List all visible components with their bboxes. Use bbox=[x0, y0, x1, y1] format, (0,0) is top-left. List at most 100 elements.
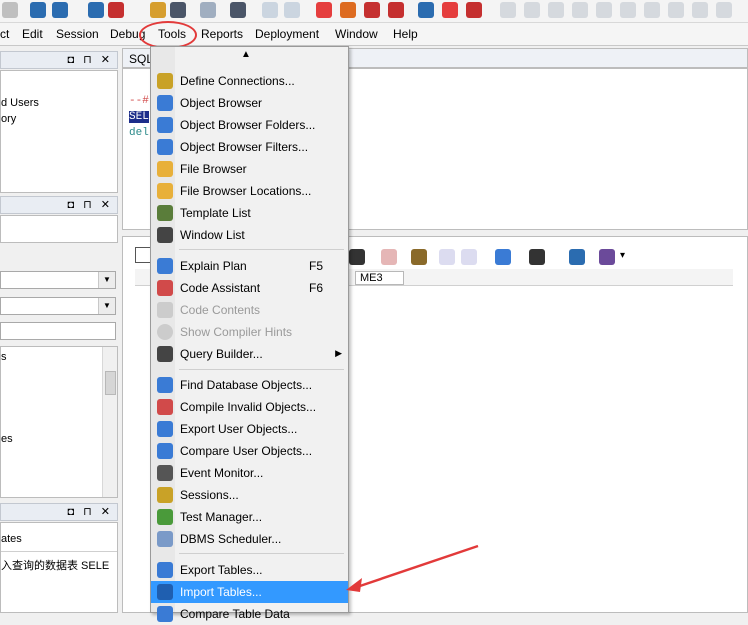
toolbar-icon[interactable] bbox=[2, 2, 18, 18]
panel-header-1: ◘ ⊓ ✕ bbox=[0, 51, 118, 69]
arrow-right-icon[interactable] bbox=[418, 2, 434, 18]
filter-input[interactable] bbox=[0, 322, 116, 340]
menu-item-compare-user-objects[interactable]: Compare User Objects... bbox=[151, 440, 348, 462]
scrollbar-thumb[interactable] bbox=[105, 371, 116, 395]
menu-item-file-browser-locations[interactable]: File Browser Locations... bbox=[151, 180, 348, 202]
menu-item-label: Window List bbox=[180, 228, 245, 242]
menu-item-compile-invalid-objects[interactable]: Compile Invalid Objects... bbox=[151, 396, 348, 418]
layout-icon-9[interactable] bbox=[692, 2, 708, 18]
chevron-down-icon[interactable]: ▾ bbox=[620, 250, 625, 261]
menu-item-file-browser[interactable]: File Browser bbox=[151, 158, 348, 180]
connect-icon[interactable] bbox=[30, 2, 46, 18]
menu-item-compare-table-data[interactable]: Compare Table Data bbox=[151, 603, 348, 625]
eraser-icon[interactable] bbox=[381, 249, 397, 265]
step-icon[interactable] bbox=[388, 2, 404, 18]
tool-icon[interactable] bbox=[262, 2, 278, 18]
panel-buttons[interactable]: ◘ ⊓ ✕ bbox=[67, 53, 113, 66]
sort-up-icon[interactable] bbox=[461, 249, 477, 265]
menu-edit[interactable]: Edit bbox=[22, 27, 43, 41]
menu-item-event-monitor[interactable]: Event Monitor... bbox=[151, 462, 348, 484]
menu-item-label: Export User Objects... bbox=[180, 422, 298, 436]
stop-icon[interactable] bbox=[316, 2, 332, 18]
layout-icon-10[interactable] bbox=[716, 2, 732, 18]
window-list-icon bbox=[157, 227, 173, 243]
run-icon[interactable] bbox=[340, 2, 356, 18]
menu-item-import-tables[interactable]: Import Tables... bbox=[151, 581, 348, 603]
menu-session[interactable]: Session bbox=[56, 27, 99, 41]
save-icon[interactable] bbox=[529, 249, 545, 265]
chart-icon[interactable] bbox=[599, 249, 615, 265]
menu-item-define-connections[interactable]: Define Connections... bbox=[151, 70, 348, 92]
back-icon[interactable] bbox=[466, 2, 482, 18]
scrollbar[interactable] bbox=[102, 347, 117, 497]
layout-icon-6[interactable] bbox=[620, 2, 636, 18]
layout-icon-5[interactable] bbox=[596, 2, 612, 18]
output-panel: ates 入查询的数据表 SELE bbox=[0, 522, 118, 613]
menu-item-shortcut: F5 bbox=[309, 259, 324, 273]
arrow-red-icon[interactable] bbox=[442, 2, 458, 18]
menu-item-label: Code Assistant bbox=[180, 281, 261, 295]
menu-item-query-builder[interactable]: Query Builder... ▶ bbox=[151, 343, 348, 365]
menu-item-explain-plan[interactable]: Explain Plan F5 bbox=[151, 255, 348, 277]
type-dropdown[interactable]: ▼ bbox=[0, 297, 116, 315]
menu-window[interactable]: Window bbox=[335, 27, 378, 41]
object-browser-folders-icon bbox=[157, 117, 173, 133]
menu-item-find-database-objects[interactable]: Find Database Objects... bbox=[151, 374, 348, 396]
commit-icon[interactable] bbox=[88, 2, 104, 18]
menu-item-export-tables[interactable]: Export Tables... bbox=[151, 559, 348, 581]
object-list-panel: s es bbox=[0, 346, 118, 498]
result-column-tab[interactable]: ME3 bbox=[355, 271, 404, 285]
schema-dropdown[interactable]: ▼ bbox=[0, 271, 116, 289]
editor-line-selected: SEL bbox=[129, 111, 149, 123]
menu-reports[interactable]: Reports bbox=[201, 27, 243, 41]
layout-icon[interactable] bbox=[500, 2, 516, 18]
lock-icon[interactable] bbox=[411, 249, 427, 265]
panel-buttons[interactable]: ◘ ⊓ ✕ bbox=[67, 505, 113, 518]
binoculars-icon[interactable] bbox=[349, 249, 365, 265]
layout-icon-3[interactable] bbox=[548, 2, 564, 18]
list-item[interactable]: es bbox=[1, 433, 13, 445]
layout-icon-7[interactable] bbox=[644, 2, 660, 18]
panel-buttons[interactable]: ◘ ⊓ ✕ bbox=[67, 198, 113, 211]
menu-help[interactable]: Help bbox=[393, 27, 418, 41]
wrench-icon[interactable] bbox=[230, 2, 246, 18]
main-toolbar bbox=[0, 0, 748, 23]
menu-item-template-list[interactable]: Template List bbox=[151, 202, 348, 224]
rollback-icon[interactable] bbox=[108, 2, 124, 18]
doc-icon[interactable] bbox=[200, 2, 216, 18]
panel-2-body bbox=[0, 215, 118, 243]
menu-item-code-assistant[interactable]: Code Assistant F6 bbox=[151, 277, 348, 299]
menu-item-object-browser-folders[interactable]: Object Browser Folders... bbox=[151, 114, 348, 136]
layout-icon-2[interactable] bbox=[524, 2, 540, 18]
layout-icon-4[interactable] bbox=[572, 2, 588, 18]
menu-item-window-list[interactable]: Window List bbox=[151, 224, 348, 246]
layout-icon-8[interactable] bbox=[668, 2, 684, 18]
menu-item-object-browser[interactable]: Object Browser bbox=[151, 92, 348, 114]
menu-item-dbms-scheduler[interactable]: DBMS Scheduler... bbox=[151, 528, 348, 550]
connect-rows-icon[interactable] bbox=[495, 249, 511, 265]
disconnect-icon[interactable] bbox=[52, 2, 68, 18]
menu-item-label: Show Compiler Hints bbox=[180, 325, 293, 339]
database-icon[interactable] bbox=[569, 249, 585, 265]
import-tables-icon bbox=[157, 584, 173, 600]
menu-item-export-user-objects[interactable]: Export User Objects... bbox=[151, 418, 348, 440]
menu-item-test-manager[interactable]: Test Manager... bbox=[151, 506, 348, 528]
submenu-arrow-icon: ▶ bbox=[335, 348, 342, 358]
tree-item[interactable]: d Users bbox=[1, 97, 39, 109]
grid-icon[interactable] bbox=[135, 247, 151, 263]
scroll-up-icon[interactable]: ▲ bbox=[241, 49, 251, 60]
menu-item-object-browser-filters[interactable]: Object Browser Filters... bbox=[151, 136, 348, 158]
menu-deployment[interactable]: Deployment bbox=[255, 27, 319, 41]
find-database-objects-icon bbox=[157, 377, 173, 393]
export-tables-icon bbox=[157, 562, 173, 578]
filter-icon[interactable] bbox=[170, 2, 186, 18]
list-item[interactable]: s bbox=[1, 351, 7, 363]
diamond-icon[interactable] bbox=[284, 2, 300, 18]
menu-item-sessions[interactable]: Sessions... bbox=[151, 484, 348, 506]
debug-icon[interactable] bbox=[364, 2, 380, 18]
sort-down-icon[interactable] bbox=[439, 249, 455, 265]
schema-icon[interactable] bbox=[150, 2, 166, 18]
tree-item[interactable]: ory bbox=[1, 113, 16, 125]
dbms-scheduler-icon bbox=[157, 531, 173, 547]
menu-project[interactable]: ct bbox=[0, 27, 9, 41]
